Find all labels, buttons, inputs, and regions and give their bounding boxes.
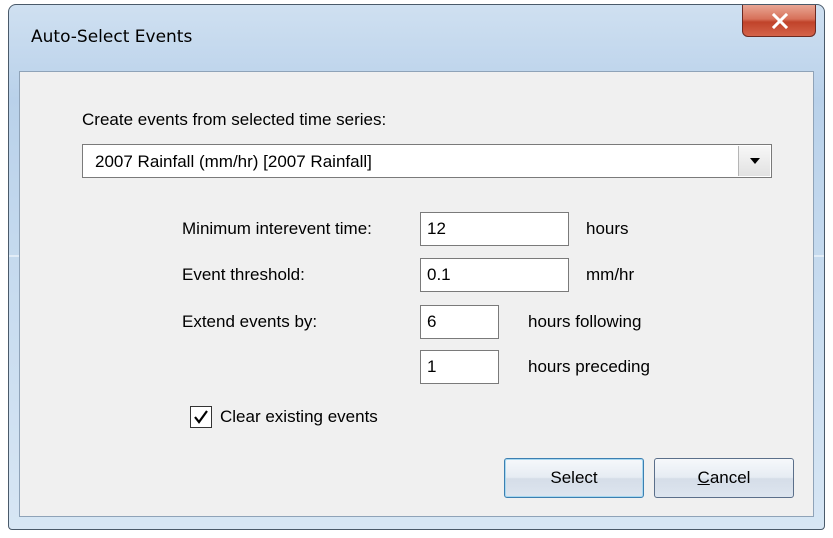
cancel-button[interactable]: Cancel: [654, 458, 794, 498]
extend-following-unit: hours following: [528, 312, 642, 331]
threshold-input[interactable]: [420, 258, 569, 292]
title-bar: Auto-Select Events: [9, 5, 824, 67]
clear-existing-checkbox[interactable]: [190, 406, 212, 428]
timeseries-selected-value: 2007 Rainfall (mm/hr) [2007 Rainfall]: [95, 152, 372, 171]
timeseries-dropdown-button[interactable]: [738, 146, 770, 176]
min-interevent-input[interactable]: [420, 212, 569, 246]
extend-following-input[interactable]: [420, 305, 499, 339]
threshold-unit: mm/hr: [586, 265, 635, 284]
min-interevent-label: Minimum interevent time:: [182, 219, 372, 238]
timeseries-label: Create events from selected time series:: [82, 110, 387, 129]
auto-select-events-dialog: Auto-Select Events Create events from se…: [8, 4, 825, 530]
chevron-down-icon: [750, 158, 760, 164]
clear-existing-label[interactable]: Clear existing events: [220, 407, 378, 427]
extend-preceding-input[interactable]: [420, 350, 499, 384]
threshold-label: Event threshold:: [182, 265, 305, 284]
checkmark-icon: [194, 410, 208, 424]
close-icon: [771, 13, 789, 29]
min-interevent-unit: hours: [586, 219, 629, 238]
select-button[interactable]: Select: [504, 458, 644, 498]
cancel-accelerator: C: [697, 468, 710, 487]
dialog-content: Create events from selected time series:…: [19, 71, 814, 517]
extend-preceding-unit: hours preceding: [528, 357, 650, 376]
cancel-label-rest: ancel: [709, 468, 751, 487]
timeseries-select[interactable]: 2007 Rainfall (mm/hr) [2007 Rainfall]: [82, 144, 772, 178]
extend-events-label: Extend events by:: [182, 312, 318, 331]
close-button[interactable]: [742, 5, 816, 37]
window-title: Auto-Select Events: [31, 27, 193, 47]
